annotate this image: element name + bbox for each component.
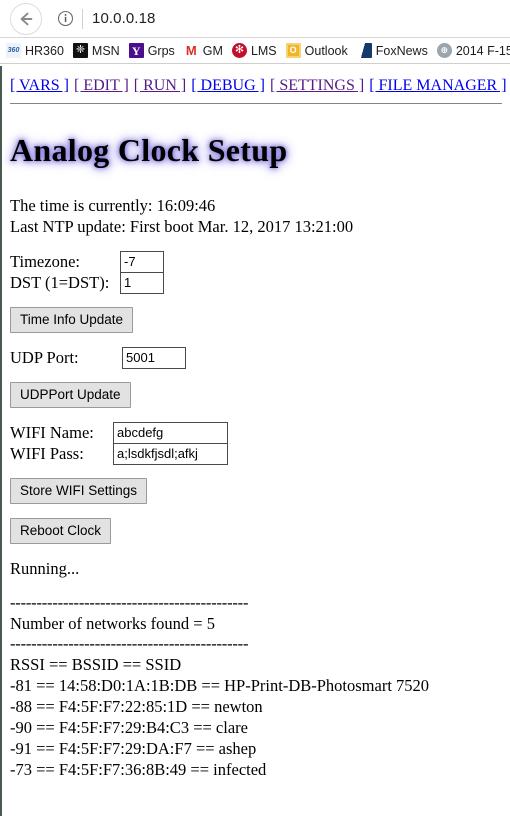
- dst-row: DST (1=DST):: [10, 271, 502, 294]
- scan-table-header: RSSI == BSSID == SSID: [10, 655, 182, 674]
- bookmark-outlook[interactable]: O Outlook: [285, 43, 348, 58]
- gmail-favicon: M: [183, 43, 199, 58]
- bookmark-label: FoxNews: [375, 43, 428, 58]
- time-info-update-button[interactable]: Time Info Update: [10, 307, 134, 333]
- lms-favicon: ✻: [231, 43, 247, 58]
- network-row: -73 == F4:5F:F7:36:8B:49 == infected: [10, 760, 267, 779]
- bookmark-label: LMS: [250, 43, 277, 58]
- wifi-pass-input[interactable]: [113, 442, 228, 465]
- separator-top: ----------------------------------------…: [10, 593, 249, 612]
- bookmark-foxnews[interactable]: FoxNews: [356, 43, 428, 58]
- dst-label: DST (1=DST):: [10, 273, 110, 292]
- nav-link-file-manager[interactable]: [ FILE MANAGER ]: [369, 77, 506, 94]
- wifi-name-input[interactable]: [113, 421, 228, 444]
- nav-link-edit[interactable]: [ EDIT ]: [74, 77, 129, 94]
- header-divider: [10, 103, 502, 104]
- outlook-favicon: O: [285, 43, 301, 58]
- info-circle-icon[interactable]: [52, 10, 78, 27]
- store-wifi-settings-button[interactable]: Store WIFI Settings: [10, 478, 148, 504]
- bookmark-lms[interactable]: ✻ LMS: [231, 43, 277, 58]
- bookmark-label: HR360: [25, 43, 64, 58]
- bookmark-label: MSN: [91, 43, 120, 58]
- browser-toolbar: 10.0.0.18: [0, 0, 510, 38]
- wifi-name-label: WIFI Name:: [10, 423, 94, 442]
- url-separator: [82, 8, 83, 29]
- wifi-pass-label: WIFI Pass:: [10, 444, 84, 463]
- network-row: -90 == F4:5F:F7:29:B4:C3 == clare: [10, 718, 248, 737]
- current-time-text: The time is currently: 16:09:46: [10, 196, 216, 215]
- reboot-clock-button[interactable]: Reboot Clock: [10, 518, 112, 544]
- bookmarks-bar: 360 HR360 ❈ MSN Y Grps M GM ✻ LMS O Outl…: [0, 38, 510, 64]
- timezone-input[interactable]: [120, 250, 164, 273]
- bookmark-label: 2014 F-150: [455, 43, 510, 58]
- nav-link-debug[interactable]: [ DEBUG ]: [191, 77, 265, 94]
- status-text: Running...: [10, 559, 80, 578]
- hr360-favicon: 360: [6, 43, 21, 58]
- address-bar-url[interactable]: 10.0.0.18: [92, 10, 155, 27]
- nav-link-settings[interactable]: [ SETTINGS ]: [270, 77, 364, 94]
- browser-chrome: 10.0.0.18 360 HR360 ❈ MSN Y Grps M GM ✻ …: [0, 0, 510, 64]
- timezone-label: Timezone:: [10, 252, 80, 271]
- udp-port-row: UDP Port:: [10, 346, 502, 369]
- bookmark-label: GM: [202, 43, 223, 58]
- udp-port-label: UDP Port:: [10, 348, 79, 367]
- window-left-edge: [0, 66, 2, 816]
- foxnews-favicon: [356, 43, 372, 58]
- back-arrow-icon[interactable]: [10, 2, 42, 35]
- nav-link-vars[interactable]: [ VARS ]: [10, 77, 69, 94]
- page-viewport: [ VARS ] [ EDIT ] [ RUN ] [ DEBUG ] [ SE…: [0, 66, 510, 816]
- network-row: -81 == 14:58:D0:1A:1B:DB == HP-Print-DB-…: [10, 676, 430, 695]
- bookmark-gm[interactable]: M GM: [183, 43, 223, 58]
- msn-favicon: ❈: [72, 43, 88, 58]
- yahoo-groups-favicon: Y: [128, 43, 144, 58]
- bookmark-label: Outlook: [304, 43, 348, 58]
- bookmark-hr360[interactable]: 360 HR360: [6, 43, 64, 58]
- separator-bottom: ----------------------------------------…: [10, 634, 249, 653]
- bookmark-label: Grps: [147, 43, 175, 58]
- network-row: -88 == F4:5F:F7:22:85:1D == newton: [10, 697, 263, 716]
- timezone-row: Timezone:: [10, 250, 502, 273]
- bookmark-2014-f150[interactable]: ⊕ 2014 F-150: [436, 43, 510, 58]
- networks-found-text: Number of networks found = 5: [10, 614, 215, 633]
- nav-link-run[interactable]: [ RUN ]: [134, 77, 186, 94]
- network-row: -91 == F4:5F:F7:29:DA:F7 == ashep: [10, 739, 257, 758]
- bookmark-msn[interactable]: ❈ MSN: [72, 43, 120, 58]
- bookmark-grps[interactable]: Y Grps: [128, 43, 175, 58]
- udp-port-input[interactable]: [122, 346, 186, 369]
- globe-favicon: ⊕: [436, 43, 452, 58]
- udp-port-update-button[interactable]: UDPPort Update: [10, 382, 131, 408]
- dst-input[interactable]: [120, 271, 164, 294]
- wifi-name-row: WIFI Name:: [10, 421, 502, 444]
- nav-links: [ VARS ] [ EDIT ] [ RUN ] [ DEBUG ] [ SE…: [10, 74, 507, 96]
- wifi-pass-row: WIFI Pass:: [10, 442, 502, 465]
- last-ntp-update-text: Last NTP update: First boot Mar. 12, 201…: [10, 217, 354, 236]
- page-title: Analog Clock Setup: [10, 132, 288, 168]
